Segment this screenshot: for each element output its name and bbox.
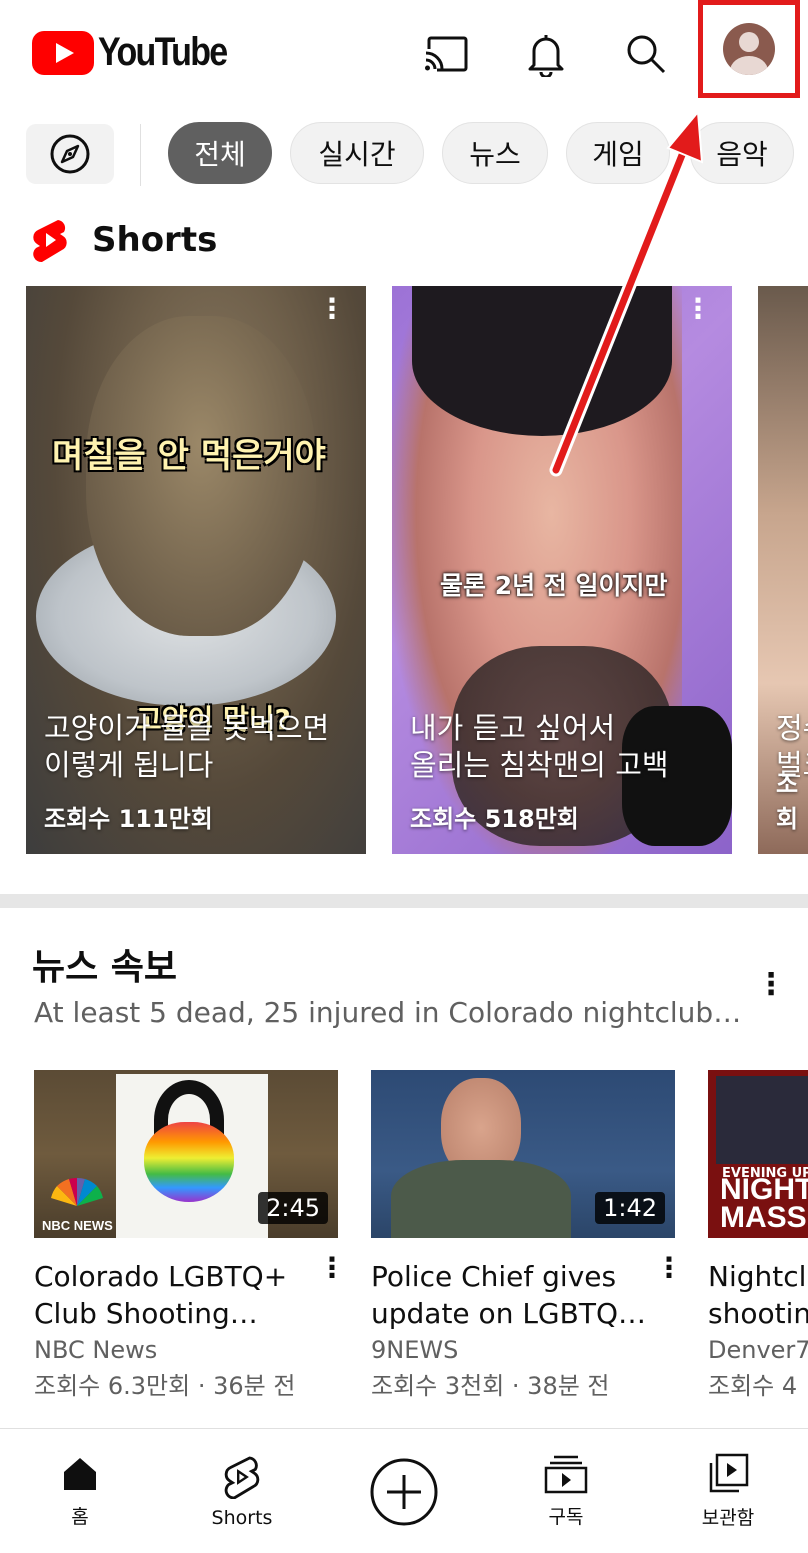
- shorts-title-line: 고양이가 물을 못먹으면: [44, 711, 330, 745]
- shorts-title-line: 내가 듣고 싶어서: [410, 711, 616, 745]
- video-title-line: Colorado LGBTQ+: [34, 1260, 288, 1293]
- shorts-overlay-text: 며칠을 안 먹은거야: [52, 436, 326, 476]
- shorts-views: 조회수 111만회: [44, 805, 213, 833]
- news-video-card[interactable]: EVENING UPD NIGHT MASS Nightcl shootin D…: [708, 1070, 808, 1401]
- avatar[interactable]: [723, 23, 775, 75]
- shorts-views: 조회: [776, 770, 799, 833]
- video-thumbnail: NBC NEWS 2:45: [34, 1070, 338, 1238]
- chip-news[interactable]: 뉴스: [442, 122, 548, 184]
- shorts-title: Shorts: [92, 220, 218, 260]
- video-channel[interactable]: NBC News: [34, 1336, 338, 1364]
- nav-label: Shorts: [211, 1506, 273, 1529]
- cast-icon[interactable]: [420, 28, 472, 80]
- category-chips: 전체 실시간 뉴스 게임 음악: [0, 118, 808, 190]
- shorts-title-line: 이렇게 됩니다: [44, 748, 214, 782]
- subscriptions-icon: [544, 1455, 588, 1494]
- video-duration: 1:42: [595, 1192, 665, 1224]
- shorts-title-text: 내가 듣고 싶어서 올리는 침착맨의 고백: [410, 710, 669, 784]
- video-more-icon[interactable]: ⋮: [318, 1254, 346, 1282]
- nbc-news-logo-text: NBC NEWS: [42, 1218, 113, 1233]
- video-title: Nightcl shootin: [708, 1258, 808, 1332]
- home-icon: [64, 1458, 96, 1490]
- chip-live[interactable]: 실시간: [290, 122, 424, 184]
- shorts-shelf-header: Shorts: [30, 212, 217, 268]
- shorts-logo-icon: [33, 220, 67, 263]
- youtube-logo[interactable]: YouTube: [32, 30, 249, 75]
- logo-text: YouTube: [98, 30, 228, 74]
- notifications-bell-icon[interactable]: [520, 28, 572, 80]
- shorts-title-line: 올리는 침착맨의 고백: [410, 748, 669, 782]
- news-video-card[interactable]: 1:42 Police Chief gives update on LGBTQ……: [371, 1070, 683, 1401]
- nav-shorts[interactable]: Shorts: [182, 1429, 302, 1553]
- video-duration: 2:45: [258, 1192, 328, 1224]
- bottom-navigation: 홈 Shorts 구독 보관함: [0, 1428, 808, 1553]
- video-channel[interactable]: 9NEWS: [371, 1336, 675, 1364]
- top-app-bar: YouTube: [0, 0, 808, 110]
- nbc-news-logo: NBC NEWS: [42, 1174, 116, 1233]
- news-more-icon[interactable]: ⋮: [756, 970, 786, 1000]
- shorts-title-text: 고양이가 물을 못먹으면 이렇게 됩니다: [44, 710, 329, 784]
- video-meta: 조회수 3천회 · 38분 전: [371, 1372, 610, 1400]
- shorts-overlay-text: 물론 2년 전 일이지만: [440, 571, 668, 600]
- thumb-text-line: MASS: [720, 1201, 807, 1234]
- video-thumbnail: EVENING UPD NIGHT MASS: [708, 1070, 808, 1238]
- video-meta: 조회수 6.3만회 · 36분 전: [34, 1372, 296, 1400]
- video-meta: 조회수 4: [708, 1372, 798, 1400]
- news-shelf-subtitle[interactable]: At least 5 dead, 25 injured in Colorado …: [34, 996, 741, 1029]
- video-title-line: Nightcl: [708, 1260, 807, 1293]
- news-video-card[interactable]: NBC NEWS 2:45 Colorado LGBTQ+ Club Shoot…: [34, 1070, 346, 1401]
- account-avatar-highlight[interactable]: [698, 0, 800, 98]
- video-channel[interactable]: Denver7: [708, 1336, 808, 1364]
- thumb-text-line: NIGHT: [720, 1173, 808, 1206]
- shorts-views: 조회수 518만회: [410, 805, 579, 833]
- shorts-more-icon[interactable]: ⋮: [318, 295, 346, 323]
- nav-home[interactable]: 홈: [20, 1429, 140, 1553]
- nav-subscriptions[interactable]: 구독: [506, 1429, 626, 1553]
- video-title-line: Police Chief gives: [371, 1260, 617, 1293]
- chip-gaming[interactable]: 게임: [566, 122, 670, 184]
- explore-compass-icon[interactable]: [26, 124, 114, 184]
- video-title: Police Chief gives update on LGBTQ…: [371, 1258, 675, 1332]
- shorts-card[interactable]: 정수 벌크 조회: [758, 286, 808, 854]
- library-icon: [709, 1453, 749, 1493]
- nav-label: 보관함: [701, 1507, 755, 1529]
- video-title-line: update on LGBTQ…: [371, 1297, 646, 1330]
- video-more-icon[interactable]: ⋮: [655, 1254, 683, 1282]
- create-plus-icon: [370, 1458, 438, 1525]
- chip-all[interactable]: 전체: [168, 122, 272, 184]
- nav-library[interactable]: 보관함: [668, 1429, 788, 1553]
- shorts-card[interactable]: ⋮ 며칠을 안 먹은거야 고양이 맞니? 고양이가 물을 못먹으면 이렇게 됩니…: [26, 286, 366, 854]
- youtube-play-logo-icon: [32, 30, 94, 75]
- video-thumbnail: 1:42: [371, 1070, 675, 1238]
- thumb-text: NIGHT MASS: [720, 1173, 808, 1234]
- chips-divider: [140, 124, 141, 186]
- shorts-icon: [224, 1456, 260, 1499]
- nav-label: 구독: [548, 1506, 584, 1528]
- shorts-more-icon[interactable]: ⋮: [684, 295, 712, 323]
- nav-create[interactable]: [344, 1429, 464, 1553]
- video-title: Colorado LGBTQ+ Club Shooting…: [34, 1258, 338, 1332]
- chip-music[interactable]: 음악: [690, 122, 794, 184]
- shorts-card[interactable]: ⋮ 물론 2년 전 일이지만 내가 듣고 싶어서 올리는 침착맨의 고백 조회수…: [392, 286, 732, 854]
- nav-label: 홈: [71, 1506, 89, 1528]
- news-shelf-title: 뉴스 속보: [32, 947, 178, 988]
- shorts-title-line: 정수: [776, 711, 808, 745]
- video-title-line: shootin: [708, 1297, 808, 1330]
- video-title-line: Club Shooting…: [34, 1297, 258, 1330]
- section-separator: [0, 894, 808, 908]
- search-icon[interactable]: [620, 28, 672, 80]
